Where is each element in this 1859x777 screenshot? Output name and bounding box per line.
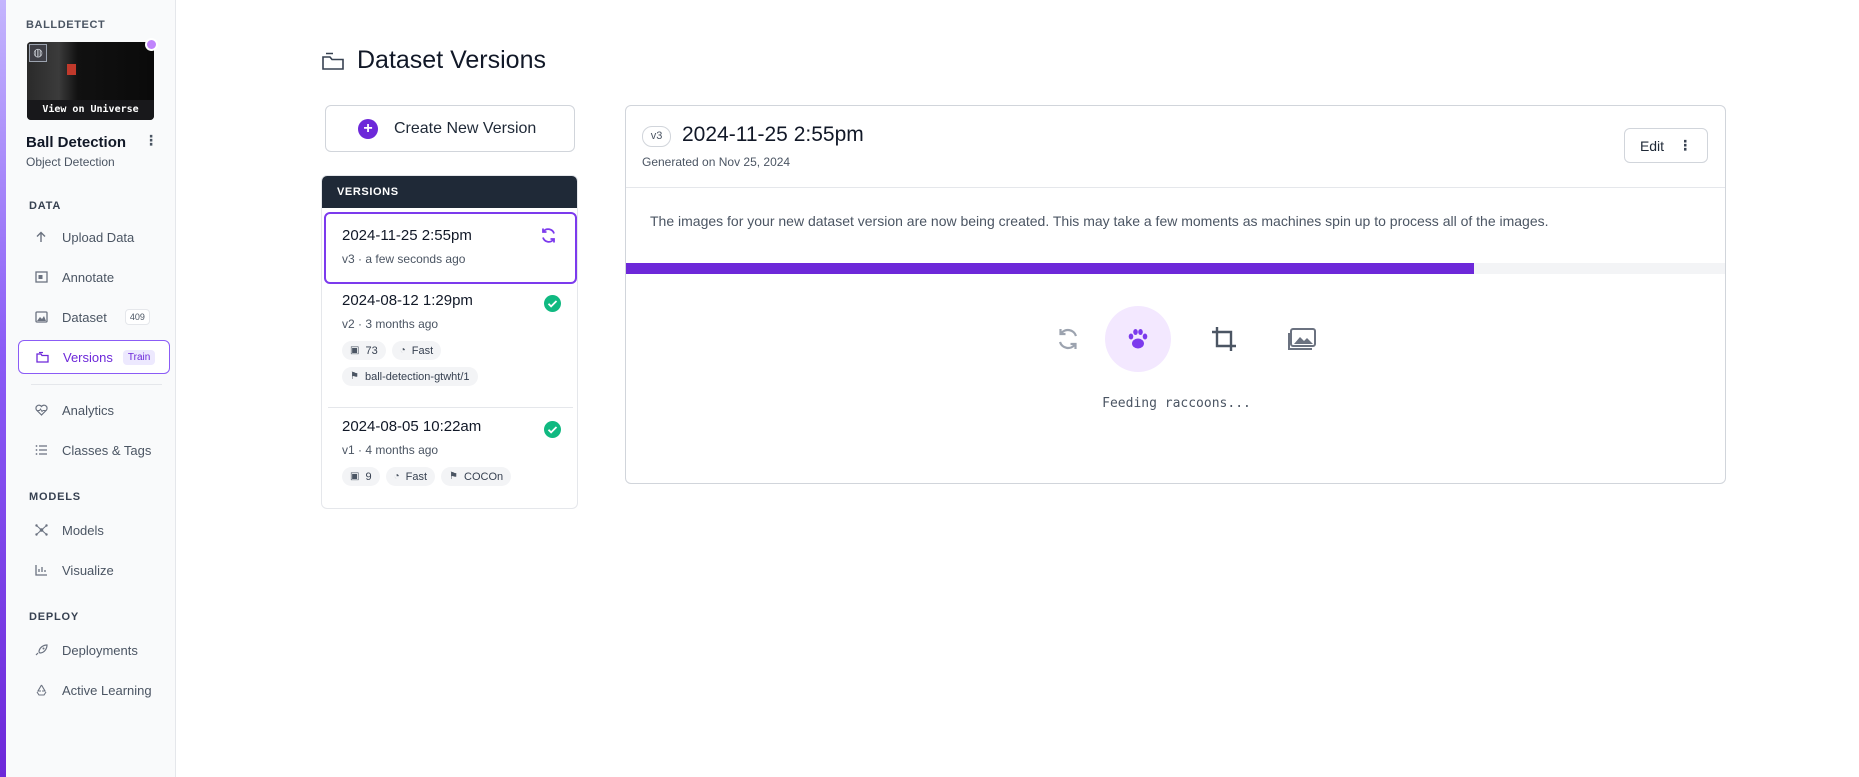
model-tag-chip: ⚑ COCOn: [441, 467, 512, 486]
image-count-chip: ▣ 9: [342, 467, 380, 486]
sidebar-item-versions[interactable]: Versions Train: [18, 340, 170, 374]
folders-icon: [321, 51, 345, 71]
view-on-universe-link[interactable]: View on Universe: [27, 100, 154, 120]
sidebar-item-analytics[interactable]: Analytics: [18, 393, 170, 427]
image-count-chip: ▣ 73: [342, 341, 386, 360]
speed-chip: ◔ Fast: [391, 341, 442, 360]
plus-icon: +: [358, 118, 378, 139]
progress-bar: [626, 263, 1725, 274]
versions-header: VERSIONS: [322, 176, 577, 208]
crop-icon: [1191, 306, 1257, 372]
train-badge: Train: [122, 349, 156, 365]
images-icon: [1269, 306, 1335, 372]
version-title: 2024-08-12 1:29pm: [342, 292, 473, 309]
project-name: Ball Detection: [26, 134, 127, 151]
section-models: MODELS: [29, 491, 81, 503]
generation-message: The images for your new dataset version …: [650, 213, 1549, 229]
image-icon: [34, 310, 48, 324]
sidebar-item-dataset[interactable]: Dataset 409: [18, 300, 170, 334]
folders-icon: [35, 350, 49, 364]
sidebar-item-label: Classes & Tags: [62, 442, 152, 458]
version-item[interactable]: 2024-08-05 10:22am v1 · 4 months ago ▣ 9 …: [322, 418, 577, 486]
create-new-version-button[interactable]: + Create New Version: [325, 105, 575, 152]
sidebar-item-label: Annotate: [62, 269, 115, 285]
version-meta: v1 · 4 months ago: [342, 443, 439, 457]
status-dot: [145, 38, 158, 51]
section-deploy: DEPLOY: [29, 611, 80, 623]
version-meta: v3 · a few seconds ago: [342, 252, 466, 266]
version-chips: ▣ 73 ◔ Fast: [342, 341, 577, 360]
paw-icon: [1105, 306, 1171, 372]
progress-bar-fill: [626, 263, 1474, 274]
sidebar-item-label: Versions: [63, 349, 113, 365]
generation-steps: [626, 306, 1725, 372]
sidebar-item-label: Analytics: [62, 402, 115, 418]
sidebar-divider: [31, 384, 162, 385]
version-item[interactable]: 2024-11-25 2:55pm v3 · a few seconds ago: [324, 212, 577, 284]
chart-icon: [34, 563, 48, 577]
edit-label: Edit: [1639, 137, 1665, 154]
sidebar-item-visualize[interactable]: Visualize: [18, 553, 170, 587]
version-detail-card: v3 2024-11-25 2:55pm Generated on Nov 25…: [625, 105, 1726, 484]
rocket-icon: [34, 643, 48, 657]
sidebar-item-label: Visualize: [62, 562, 114, 578]
upload-arrow-icon: [34, 230, 48, 244]
sidebar-item-classes[interactable]: Classes & Tags: [18, 433, 170, 467]
thumbnail-object: [67, 64, 76, 75]
page-title: Dataset Versions: [357, 46, 546, 74]
sidebar-item-label: Models: [62, 522, 104, 538]
sidebar-item-label: Deployments: [62, 642, 138, 658]
version-item[interactable]: 2024-08-12 1:29pm v2 · 3 months ago ▣ 73 …: [322, 292, 577, 386]
list-icon: [34, 443, 48, 457]
speed-chip: ◔ Fast: [385, 467, 436, 486]
model-tag-chip: ⚑ ball-detection-gtwht/1: [342, 367, 478, 386]
timer-icon: ◔: [393, 471, 400, 482]
flag-icon: ⚑: [449, 471, 458, 482]
status-message: Feeding raccoons...: [1102, 396, 1251, 411]
edit-button[interactable]: Edit ⋮: [1624, 128, 1708, 163]
recycle-icon: [34, 683, 48, 697]
sidebar-item-annotate[interactable]: Annotate: [18, 260, 170, 294]
sidebar-item-active-learning[interactable]: Active Learning: [18, 673, 170, 707]
image-icon: ▣: [350, 471, 360, 482]
heart-pulse-icon: [34, 403, 48, 417]
sidebar-item-upload[interactable]: Upload Data: [18, 220, 170, 254]
create-button-label: Create New Version: [394, 119, 537, 137]
globe-icon: ◍: [29, 44, 47, 62]
image-icon: ▣: [350, 345, 360, 356]
version-title: 2024-08-05 10:22am: [342, 418, 482, 435]
version-tag: v3: [642, 126, 671, 147]
generated-date: Generated on Nov 25, 2024: [642, 155, 791, 169]
dataset-count-badge: 409: [124, 309, 150, 325]
sidebar-item-models[interactable]: Models: [18, 513, 170, 547]
detail-divider: [626, 187, 1725, 188]
check-circle-icon: [544, 295, 561, 312]
sidebar: BALLDETECT ◍ View on Universe Ball Detec…: [6, 0, 176, 777]
refresh-icon: [1035, 306, 1101, 372]
sidebar-item-deployments[interactable]: Deployments: [18, 633, 170, 667]
version-divider: [328, 407, 573, 408]
version-chips: ▣ 9 ◔ Fast ⚑ COCOn: [342, 467, 577, 486]
kebab-menu-icon[interactable]: ⋮: [144, 132, 158, 149]
workspace-name: BALLDETECT: [26, 19, 106, 31]
section-data: DATA: [29, 200, 62, 212]
network-icon: [34, 523, 48, 537]
page-header: Dataset Versions: [321, 46, 546, 75]
refresh-icon: [540, 227, 557, 244]
project-type: Object Detection: [26, 155, 115, 169]
sidebar-item-label: Active Learning: [62, 682, 152, 698]
check-circle-icon: [544, 421, 561, 438]
flag-icon: ⚑: [350, 371, 359, 382]
sidebar-item-label: Dataset: [62, 309, 107, 325]
project-thumbnail[interactable]: ◍ View on Universe: [27, 42, 154, 120]
timer-icon: ◔: [399, 345, 406, 356]
detail-title: 2024-11-25 2:55pm: [682, 123, 864, 146]
version-chips: ⚑ ball-detection-gtwht/1: [342, 367, 577, 386]
kebab-menu-icon: ⋮: [1678, 137, 1693, 153]
version-meta: v2 · 3 months ago: [342, 317, 439, 331]
versions-panel: VERSIONS 2024-11-25 2:55pm v3 · a few se…: [321, 175, 578, 509]
annotate-icon: [34, 270, 48, 284]
sidebar-item-label: Upload Data: [62, 229, 135, 245]
